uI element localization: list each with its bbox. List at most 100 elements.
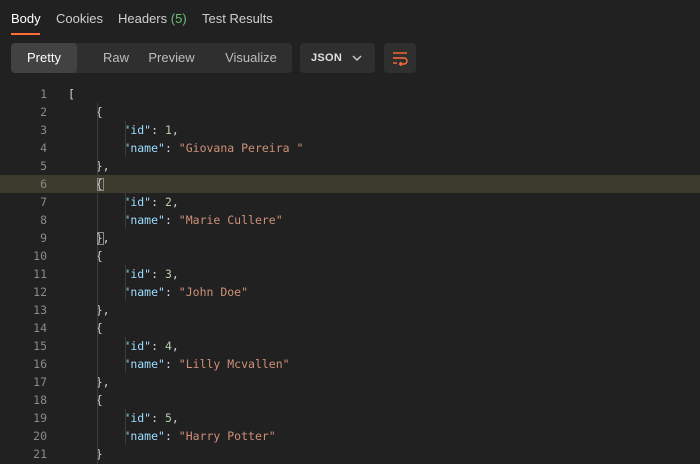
tab-headers[interactable]: Headers (5) [118, 11, 187, 26]
view-raw-button[interactable]: Raw [91, 43, 141, 73]
code-token: "name" [123, 357, 165, 371]
line-number: 17 [33, 375, 47, 389]
code-line: 6 { [0, 175, 700, 193]
tab-cookies[interactable]: Cookies [56, 11, 103, 26]
line-number: 19 [33, 411, 47, 425]
indent-guide [125, 121, 126, 157]
code-text: "id": 3, [68, 265, 178, 283]
code-token: : [164, 213, 179, 227]
code-line: 19 "id": 5, [0, 409, 700, 427]
code-line: 5 }, [0, 157, 700, 175]
code-token: , [171, 339, 179, 353]
tab-headers-label: Headers [118, 11, 168, 26]
code-text: }, [68, 157, 110, 175]
code-token: "name" [123, 213, 165, 227]
code-line: 7 "id": 2, [0, 193, 700, 211]
code-text: "id": 2, [68, 193, 178, 211]
code-text: "name": "Harry Potter" [68, 427, 276, 445]
code-line: 18 { [0, 391, 700, 409]
code-token: "Giovana Pereira " [178, 141, 304, 155]
line-number: 3 [40, 123, 47, 137]
code-token: 2 [164, 195, 172, 209]
line-number: 18 [33, 393, 47, 407]
code-line: 21 } [0, 445, 700, 463]
code-token: : [151, 339, 165, 353]
code-token: : [151, 267, 165, 281]
code-token: 4 [164, 339, 172, 353]
bracket-match-marker [97, 178, 104, 191]
format-selected-label: JSON [311, 52, 343, 64]
line-number: 21 [33, 447, 47, 461]
indent-guide [97, 103, 98, 464]
bracket-match-marker [97, 232, 104, 245]
code-token: : [164, 285, 179, 299]
code-token: : [164, 429, 179, 443]
code-token: [ [68, 87, 75, 101]
code-token: "John Doe" [178, 285, 249, 299]
line-number: 4 [40, 141, 47, 155]
code-token: "id" [123, 123, 152, 137]
line-number: 20 [33, 429, 47, 443]
line-number: 13 [33, 303, 47, 317]
view-preview-button[interactable]: Preview [145, 43, 198, 73]
code-line: 11 "id": 3, [0, 265, 700, 283]
code-token: 5 [164, 411, 172, 425]
tab-test-results[interactable]: Test Results [202, 11, 273, 26]
tab-body[interactable]: Body [11, 11, 41, 26]
code-line: 1[ [0, 85, 700, 103]
code-text: [ [68, 85, 75, 103]
code-text: "name": "Marie Cullere" [68, 211, 282, 229]
line-number: 14 [33, 321, 47, 335]
code-line: 15 "id": 4, [0, 337, 700, 355]
view-visualize-button[interactable]: Visualize [221, 43, 281, 73]
code-token: "id" [123, 411, 152, 425]
line-number: 12 [33, 285, 47, 299]
response-tabs: Body Cookies Headers (5) Test Results [0, 0, 700, 36]
line-number: 5 [40, 159, 47, 173]
response-body-editor[interactable]: 21 } 20 "name": "Harry Potter" 19 "id": 5,… [0, 85, 700, 464]
view-pretty-button[interactable]: Pretty [11, 43, 77, 73]
chevron-down-icon [352, 55, 362, 61]
code-line: 4 "name": "Giovana Pereira " [0, 139, 700, 157]
code-token: }, [68, 159, 110, 173]
line-number: 7 [40, 195, 47, 209]
code-token: : [151, 411, 165, 425]
code-token: : [151, 123, 165, 137]
wrap-lines-button[interactable] [384, 43, 416, 73]
indent-guide [125, 193, 126, 229]
format-dropdown[interactable]: JSON [300, 43, 375, 73]
code-line: 14 { [0, 319, 700, 337]
indent-guide [125, 337, 126, 373]
line-number: 8 [40, 213, 47, 227]
code-text: "name": "Lilly Mcvallen" [68, 355, 290, 373]
code-text: "id": 4, [68, 337, 179, 355]
code-line: 16 "name": "Lilly Mcvallen" [0, 355, 700, 373]
indent-guide [125, 409, 126, 445]
code-token: "Harry Potter" [178, 429, 276, 443]
line-number: 1 [40, 87, 47, 101]
view-mode-selector: Pretty Raw Preview Visualize [11, 43, 292, 73]
code-token: : [164, 357, 179, 371]
code-token: "name" [123, 429, 165, 443]
code-token: "name" [123, 285, 165, 299]
code-line: 2 { [0, 103, 700, 121]
code-token: , [171, 123, 179, 137]
line-number: 6 [40, 177, 47, 191]
code-token: 1 [164, 123, 172, 137]
code-text: }, [68, 301, 110, 319]
code-token: : [151, 195, 165, 209]
active-tab-indicator [11, 33, 40, 35]
code-text: "name": "Giovana Pereira " [68, 139, 303, 157]
code-token: : [164, 141, 179, 155]
code-line: 13 }, [0, 301, 700, 319]
code-line: 8 "name": "Marie Cullere" [0, 211, 700, 229]
wrap-lines-icon [393, 52, 408, 66]
code-text: }, [68, 373, 110, 391]
code-token: "Lilly Mcvallen" [178, 357, 290, 371]
